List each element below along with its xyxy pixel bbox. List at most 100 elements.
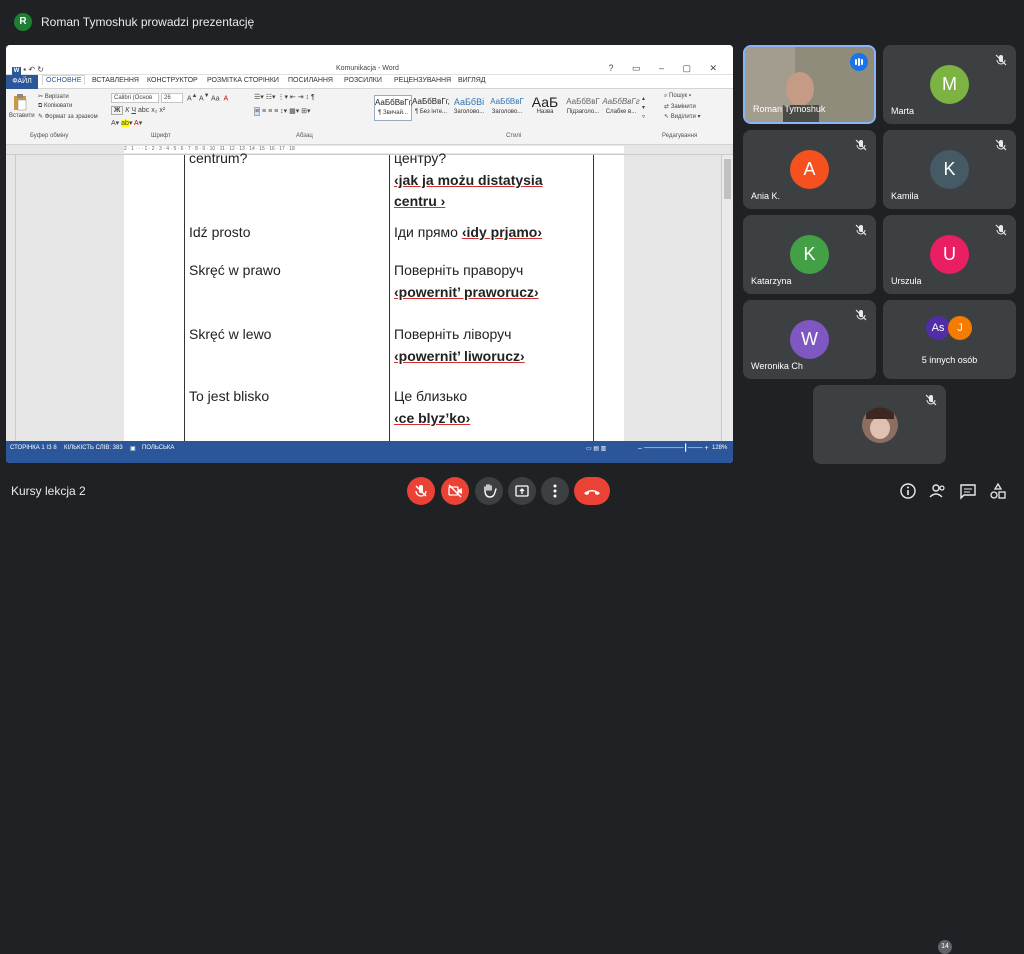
more-options-button[interactable] <box>541 477 569 505</box>
table-column-polish: centrum? Idź prosto Skręć w prawo Skręć … <box>184 150 389 441</box>
font-size-buttons[interactable]: A▲ A▼ Aa A <box>187 93 228 102</box>
camera-toggle-button[interactable] <box>441 477 469 505</box>
participant-name: Katarzyna <box>751 276 792 286</box>
chat-button[interactable] <box>958 481 978 501</box>
format-painter-label: Формат за зразком <box>44 114 98 120</box>
avatar: As <box>926 316 950 340</box>
status-page[interactable]: СТОРІНКА 1 ІЗ 8 <box>10 445 57 451</box>
horizontal-ruler[interactable]: 2 · 1 · · · 1 · 2 · 3 · 4 · 5 · 6 · 7 · … <box>6 145 733 155</box>
tab-insert[interactable]: ВСТАВЛЕННЯ <box>92 77 139 84</box>
tab-mailings[interactable]: РОЗСИЛКИ <box>344 77 382 84</box>
group-editing: Редагування <box>662 133 698 139</box>
style-no-spacing[interactable]: АаБбВвГг, ¶ Без інте... <box>412 95 450 121</box>
style-label: ¶ Без інте... <box>414 109 448 115</box>
people-icon <box>929 484 945 498</box>
style-normal[interactable]: АаБбВвГг, ¶ Звичай... <box>374 95 413 121</box>
find-button[interactable]: ⌕ Пошук ▾ <box>664 93 691 100</box>
presenter-bar: R Roman Tymoshuk prowadzi prezentację <box>0 0 1024 40</box>
zoom-level[interactable]: 128% <box>712 445 727 451</box>
participant-tile-others[interactable]: As J 5 innych osób <box>883 300 1016 379</box>
undo-icon[interactable]: ↶ <box>28 65 35 74</box>
font-color-buttons[interactable]: A▾ ab▾ A▾ <box>111 119 142 127</box>
participant-tile-urszula[interactable]: U Urszula <box>883 215 1016 294</box>
style-label: Підзаголо... <box>566 109 600 115</box>
tab-file[interactable]: ФАЙЛ <box>6 75 38 89</box>
mic-off-icon <box>994 223 1008 237</box>
group-styles: Стилі <box>506 133 522 139</box>
style-heading-1[interactable]: АаБбВі Заголово... <box>450 95 488 121</box>
list-buttons[interactable]: ☰▾ ☷▾ ⋮▾ ⇤ ⇥ ↕ ¶ <box>254 93 315 101</box>
tab-design[interactable]: КОНСТРУКТОР <box>147 77 198 84</box>
presented-screen[interactable]: W ▪ ↶ ↻ Komunikacja - Word ? ▭ – ▢ ✕ ФАЙ… <box>6 45 733 463</box>
meeting-info-button[interactable] <box>898 481 918 501</box>
leave-call-button[interactable] <box>574 477 610 505</box>
ribbon-tabs: ФАЙЛ ОСНОВНЕ ВСТАВЛЕННЯ КОНСТРУКТОР РОЗМ… <box>6 75 733 89</box>
font-name-select[interactable]: Calibri (Основ <box>111 93 159 103</box>
participant-tile-marta[interactable]: M Marta <box>883 45 1016 124</box>
styles-scroll[interactable]: ▴ ▾ ▿ <box>642 95 645 122</box>
style-preview: АаБбВвГг <box>602 97 640 106</box>
paste-icon[interactable] <box>12 93 32 111</box>
cell-pl-0: centrum? <box>189 150 248 166</box>
info-icon <box>900 483 916 499</box>
participant-tile-katarzyna[interactable]: K Katarzyna <box>743 215 876 294</box>
present-screen-button[interactable] <box>508 477 536 505</box>
style-subtitle[interactable]: АаБбВвГ Підзаголо... <box>564 95 602 121</box>
people-button[interactable] <box>928 481 948 501</box>
cell-ua-1-text: Іди прямо <box>394 224 458 240</box>
participant-tile-roman[interactable]: Roman Tymoshuk <box>743 45 876 124</box>
window-controls[interactable]: ? ▭ – ▢ ✕ <box>608 63 725 74</box>
save-icon[interactable]: ▪ <box>23 65 26 74</box>
participant-tile-ania[interactable]: A Ania K. <box>743 130 876 209</box>
style-title[interactable]: АаБ Назва <box>526 95 564 121</box>
table-column-ukrainian: центру? ‹jak ja możu distatysia centru ›… <box>389 150 594 441</box>
mic-off-icon <box>994 138 1008 152</box>
mic-off-icon <box>924 393 938 407</box>
activities-button[interactable] <box>988 481 1008 501</box>
find-label: Пошук <box>669 93 688 99</box>
tab-layout[interactable]: РОЗМІТКА СТОРІНКИ <box>207 77 279 84</box>
document-page[interactable]: centrum? Idź prosto Skręć w prawo Skręć … <box>124 150 624 441</box>
tab-references[interactable]: ПОСИЛАННЯ <box>288 77 333 84</box>
mic-toggle-button[interactable] <box>407 477 435 505</box>
mic-off-icon <box>854 138 868 152</box>
meeting-controls-bar: Kursy lekcja 2 14 <box>0 468 1024 954</box>
status-language[interactable]: ПОЛЬСЬКА <box>142 445 174 451</box>
participant-tile-self[interactable] <box>813 385 946 464</box>
tab-home[interactable]: ОСНОВНЕ <box>42 75 86 85</box>
copy-button[interactable]: ⧉ Копіювати <box>38 103 72 110</box>
camera-off-icon <box>448 484 462 498</box>
style-preview: АаБбВвГг, <box>375 98 413 107</box>
status-words[interactable]: КІЛЬКІСТЬ СЛІВ: 383 <box>64 445 123 451</box>
hand-icon <box>484 484 497 498</box>
style-heading-2[interactable]: АаБбВвГ Заголово... <box>488 95 526 121</box>
view-buttons[interactable]: ▭ ▤ ▥ <box>586 445 606 452</box>
tab-view[interactable]: ВИГЛЯД <box>458 77 486 84</box>
tab-review[interactable]: РЕЦЕНЗУВАННЯ <box>394 77 451 84</box>
avatar <box>862 407 898 443</box>
align-buttons[interactable]: ≡ ≡ ≡ ≡ ↕▾ ▦▾ ⊞▾ <box>254 107 311 116</box>
select-button[interactable]: ↖ Виділити ▾ <box>664 113 701 120</box>
style-preview: АаБ <box>531 94 559 110</box>
cut-button[interactable]: ✂ Вирізати <box>38 93 69 100</box>
vertical-scrollbar[interactable] <box>721 155 733 441</box>
style-subtle-emphasis[interactable]: АаБбВвГг Слабке в... <box>602 95 640 121</box>
scroll-thumb[interactable] <box>724 159 731 199</box>
redo-icon[interactable]: ↻ <box>37 65 44 74</box>
cell-pl-1: Idź prosto <box>189 224 251 240</box>
raise-hand-button[interactable] <box>475 477 503 505</box>
participant-tile-kamila[interactable]: K Kamila <box>883 130 1016 209</box>
cell-ua-4: Це близько <box>394 388 468 404</box>
font-size-select[interactable]: 26 <box>161 93 183 103</box>
participant-tile-weronika[interactable]: W Weronika Ch <box>743 300 876 379</box>
replace-button[interactable]: ⇄ Замінити <box>664 103 696 110</box>
document-area[interactable]: centrum? Idź prosto Skręć w prawo Skręć … <box>6 150 733 441</box>
word-statusbar: СТОРІНКА 1 ІЗ 8 КІЛЬКІСТЬ СЛІВ: 383 ▣ ПО… <box>6 441 733 463</box>
participant-name: 5 innych osób <box>921 355 978 365</box>
format-painter-button[interactable]: ✎ Формат за зразком <box>38 113 98 120</box>
font-style-buttons[interactable]: Ж К Ч abc x₂ x² <box>111 106 165 115</box>
zoom-slider[interactable]: – ────────┃─── + <box>638 444 709 452</box>
cell-ua-0: центру? <box>394 150 447 166</box>
paste-button[interactable]: Вставити <box>9 113 35 119</box>
cell-ua-2: Поверніть праворуч <box>394 262 524 278</box>
